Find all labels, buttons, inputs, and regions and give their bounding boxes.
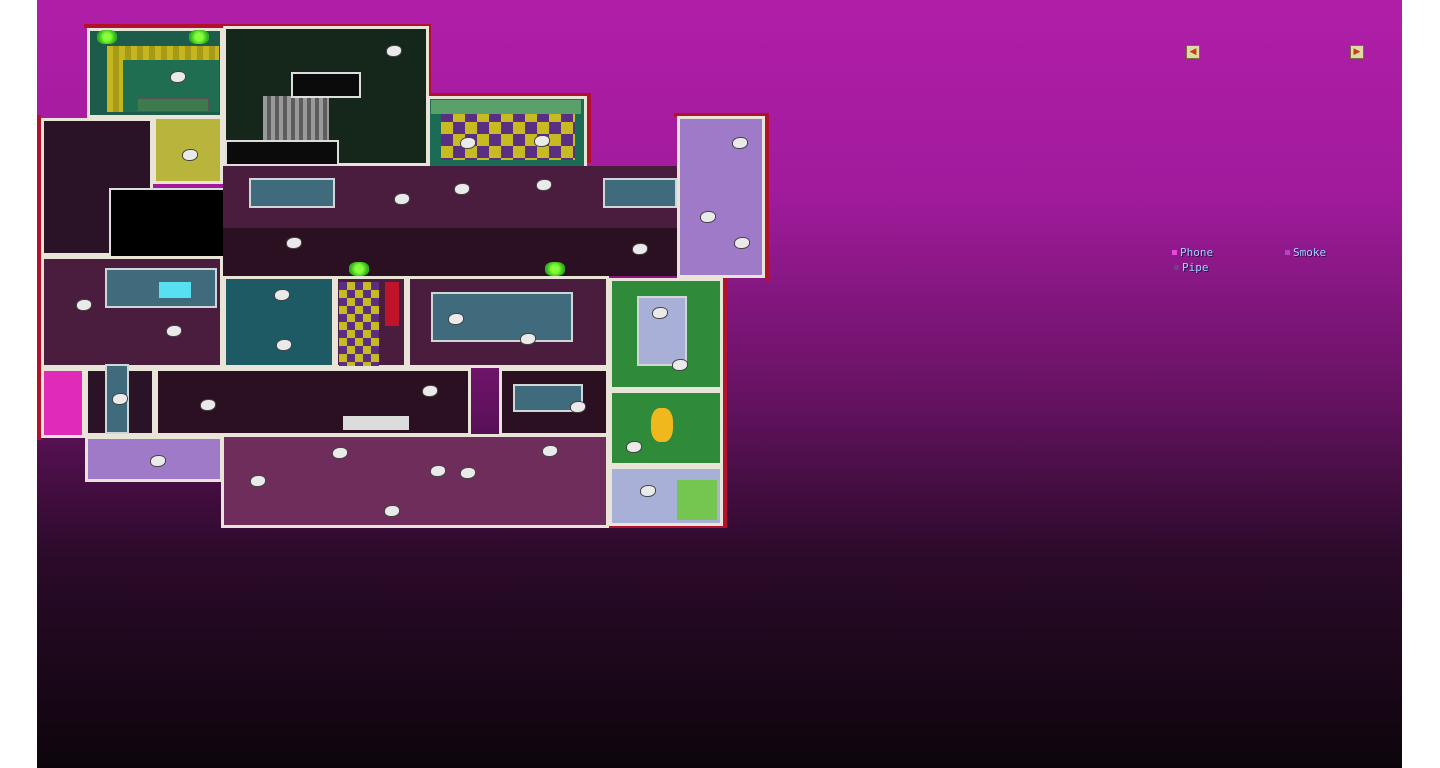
enemy <box>461 138 475 148</box>
enemy <box>77 300 91 310</box>
black-pit <box>109 188 225 258</box>
legend-item-pipe: Pipe <box>1174 261 1209 274</box>
enemy <box>431 466 445 476</box>
enemy <box>571 402 585 412</box>
enemy <box>535 136 549 146</box>
outer-wall <box>765 113 769 281</box>
enemy <box>167 326 181 336</box>
enemy <box>641 486 655 496</box>
legend-label: Smoke <box>1293 246 1327 259</box>
plant-icon <box>97 30 117 44</box>
legend-item-smoke: Smoke <box>1285 246 1326 259</box>
enemy <box>653 308 667 318</box>
red-sofa <box>385 282 399 326</box>
arrow-left-icon: ◀ <box>1189 46 1197 57</box>
plant-icon <box>349 262 369 276</box>
staircase <box>263 96 329 140</box>
rug-blue <box>603 178 677 208</box>
pool <box>159 282 191 298</box>
arrow-right-icon: ▶ <box>1353 46 1361 57</box>
enemy <box>735 238 749 248</box>
bed <box>677 480 717 520</box>
enemy <box>423 386 437 396</box>
prev-arrow-button[interactable]: ◀ <box>1186 45 1200 59</box>
enemy <box>537 180 551 190</box>
kitchen-counter <box>343 416 409 430</box>
rug-lavender <box>637 296 687 366</box>
plant-icon <box>189 30 209 44</box>
legend-swatch <box>1172 250 1177 255</box>
room-pink <box>41 368 85 438</box>
enemy <box>201 400 215 410</box>
enemy <box>627 442 641 452</box>
room-purple <box>677 116 765 278</box>
enemy <box>673 360 687 370</box>
legend-label: Phone <box>1180 246 1214 259</box>
rug-checkered <box>339 282 379 366</box>
enemy <box>275 290 289 300</box>
outer-wall <box>723 276 727 528</box>
enemy <box>277 340 291 350</box>
enemy <box>151 456 165 466</box>
legend-label: Pipe <box>1182 261 1209 274</box>
sofa-green <box>431 100 581 114</box>
enemy <box>287 238 301 248</box>
rug-blue <box>249 178 335 208</box>
enemy <box>387 46 401 56</box>
enemy <box>543 446 557 456</box>
outer-wall <box>587 93 591 163</box>
game-viewport: ◀ ▶ Phone Smoke Pipe <box>37 0 1402 768</box>
legend-swatch <box>1174 265 1179 270</box>
next-arrow-button[interactable]: ▶ <box>1350 45 1364 59</box>
enemy <box>113 394 127 404</box>
enemy <box>385 506 399 516</box>
enemy <box>183 150 197 160</box>
enemy <box>251 476 265 486</box>
enemy <box>733 138 747 148</box>
enemy <box>455 184 469 194</box>
plant-icon <box>545 262 565 276</box>
pit <box>225 140 339 166</box>
enemy <box>333 448 347 458</box>
enemy <box>395 194 409 204</box>
level-map <box>37 0 797 540</box>
enemy <box>171 72 185 82</box>
legend-swatch <box>1285 250 1290 255</box>
enemy <box>633 244 647 254</box>
sofa <box>137 98 209 112</box>
enemy <box>521 334 535 344</box>
enemy <box>701 212 715 222</box>
rug-checkered <box>441 110 575 160</box>
legend-item-phone: Phone <box>1172 246 1213 259</box>
pit <box>291 72 361 98</box>
enemy <box>449 314 463 324</box>
enemy <box>461 468 475 478</box>
tiger-rug <box>651 408 673 442</box>
corridor-dark <box>223 228 677 276</box>
